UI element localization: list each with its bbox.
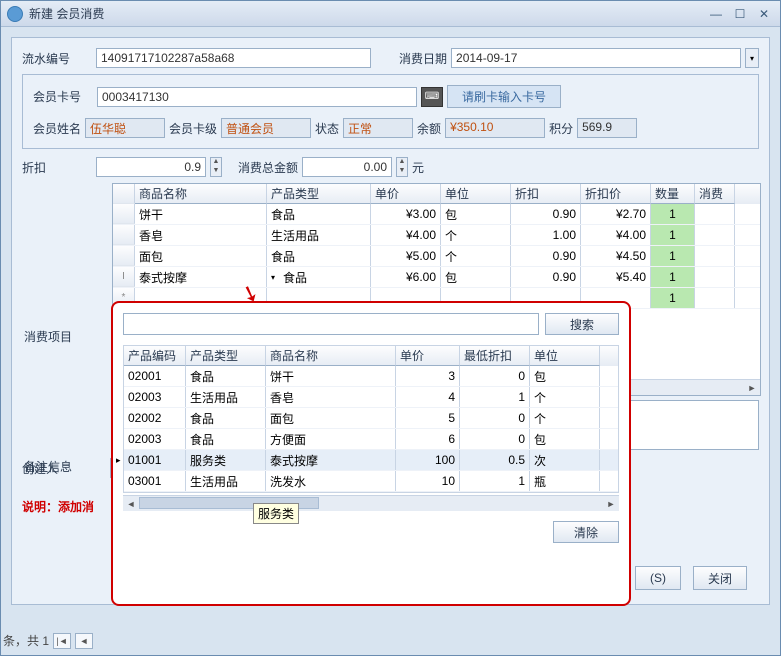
consume-date-field[interactable] xyxy=(451,48,741,68)
points-value: 569.9 xyxy=(577,118,637,138)
tooltip: 服务类 xyxy=(253,503,299,524)
product-picker-popup: 搜索 产品编码 产品类型 商品名称 单价 最低折扣 单位 02001食品饼干30… xyxy=(111,301,631,606)
picker-grid: 产品编码 产品类型 商品名称 单价 最低折扣 单位 02001食品饼干30包02… xyxy=(123,345,619,493)
titlebar: 新建 会员消费 — ☐ ✕ xyxy=(1,1,780,27)
picker-hscroll[interactable]: ◄► xyxy=(123,495,619,511)
window-title: 新建 会员消费 xyxy=(29,5,702,22)
label-consume-items: 消费项目 xyxy=(24,328,72,345)
col-qty[interactable]: 数量 xyxy=(651,184,695,204)
label-consume-date: 消费日期 xyxy=(399,50,447,67)
app-window: 新建 会员消费 — ☐ ✕ 流水编号 消费日期 ▾ 会员卡号 ⌨ 请刷卡输入卡号… xyxy=(0,0,781,656)
col-price[interactable]: 单价 xyxy=(371,184,441,204)
label-discount: 折扣 xyxy=(22,159,92,176)
member-info-group: 会员卡号 ⌨ 请刷卡输入卡号 会员姓名 伍华聪 会员卡级 普通会员 状态 正常 … xyxy=(22,74,759,149)
app-icon xyxy=(7,6,23,22)
pcol-code[interactable]: 产品编码 xyxy=(124,346,186,366)
maximize-button[interactable]: ☐ xyxy=(730,7,750,21)
label-total: 消费总金额 xyxy=(238,159,298,176)
close-button[interactable]: 关闭 xyxy=(693,566,747,590)
pager-text: 条，共 1 xyxy=(3,632,49,649)
minimize-button[interactable]: — xyxy=(706,7,726,21)
picker-search-input[interactable] xyxy=(123,313,539,335)
picker-row[interactable]: 02001食品饼干30包 xyxy=(124,366,618,387)
balance-value: ¥350.10 xyxy=(445,118,545,138)
cart-grid-header: 商品名称 产品类型 单价 单位 折扣 折扣价 数量 消费 xyxy=(113,184,760,204)
label-card-level: 会员卡级 xyxy=(169,120,217,137)
picker-row[interactable]: 02003生活用品香皂41个 xyxy=(124,387,618,408)
pcol-type[interactable]: 产品类型 xyxy=(186,346,266,366)
date-dropdown-icon[interactable]: ▾ xyxy=(745,48,759,68)
cart-row[interactable]: 饼干食品¥3.00包0.90¥2.701 xyxy=(113,204,760,225)
total-field[interactable] xyxy=(302,157,392,177)
picker-row[interactable]: ▸01001服务类泰式按摩1000.5次 xyxy=(124,450,618,471)
picker-row[interactable]: 02003食品方便面60包 xyxy=(124,429,618,450)
cart-row[interactable]: I泰式按摩▾食品¥6.00包0.90¥5.401 xyxy=(113,267,760,288)
cart-row[interactable]: 香皂生活用品¥4.00个1.00¥4.001 xyxy=(113,225,760,246)
swipe-hint: 请刷卡输入卡号 xyxy=(447,85,561,108)
picker-row[interactable]: 03001生活用品洗发水101瓶 xyxy=(124,471,618,492)
close-window-button[interactable]: ✕ xyxy=(754,7,774,21)
pager-prev[interactable]: ◄ xyxy=(75,633,93,649)
save-button[interactable]: (S) xyxy=(635,566,681,590)
pcol-price[interactable]: 单价 xyxy=(396,346,460,366)
pcol-mind[interactable]: 最低折扣 xyxy=(460,346,530,366)
label-balance: 余额 xyxy=(417,120,441,137)
cart-row[interactable]: 面包食品¥5.00个0.90¥4.501 xyxy=(113,246,760,267)
pcol-name[interactable]: 商品名称 xyxy=(266,346,396,366)
card-no-field[interactable] xyxy=(97,87,417,107)
col-dprice[interactable]: 折扣价 xyxy=(581,184,651,204)
pcol-unit[interactable]: 单位 xyxy=(530,346,600,366)
label-yuan: 元 xyxy=(412,159,424,176)
serial-no-field[interactable] xyxy=(96,48,371,68)
keypad-icon[interactable]: ⌨ xyxy=(421,87,443,107)
picker-row[interactable]: 02002食品面包50个 xyxy=(124,408,618,429)
member-name-value: 伍华聪 xyxy=(85,118,165,138)
label-serial-no: 流水编号 xyxy=(22,50,92,67)
card-level-value: 普通会员 xyxy=(221,118,311,138)
new-row-qty[interactable]: 1 xyxy=(651,288,695,308)
label-points: 积分 xyxy=(549,120,573,137)
total-spinner[interactable]: ▲▼ xyxy=(396,157,408,177)
col-disc[interactable]: 折扣 xyxy=(511,184,581,204)
status-value: 正常 xyxy=(343,118,413,138)
label-remark: 备注信息 xyxy=(24,458,72,475)
label-card-no: 会员卡号 xyxy=(33,88,93,105)
col-consume[interactable]: 消费 xyxy=(695,184,735,204)
picker-clear-button[interactable]: 清除 xyxy=(553,521,619,543)
discount-spinner[interactable]: ▲▼ xyxy=(210,157,222,177)
col-type[interactable]: 产品类型 xyxy=(267,184,371,204)
label-status: 状态 xyxy=(315,120,339,137)
col-name[interactable]: 商品名称 xyxy=(135,184,267,204)
pager: 条，共 1 |◄ ◄ xyxy=(1,632,93,649)
picker-search-button[interactable]: 搜索 xyxy=(545,313,619,335)
discount-field[interactable] xyxy=(96,157,206,177)
col-unit[interactable]: 单位 xyxy=(441,184,511,204)
label-member-name: 会员姓名 xyxy=(33,120,81,137)
pager-first[interactable]: |◄ xyxy=(53,633,71,649)
